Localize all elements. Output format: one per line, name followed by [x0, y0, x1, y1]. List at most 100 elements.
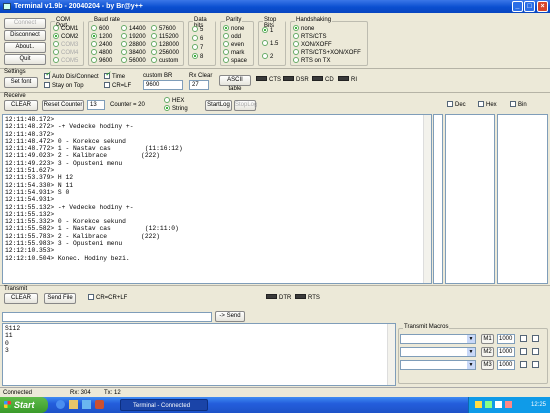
stop-bits-1-5-radio[interactable]: 1.5 — [262, 40, 278, 48]
data-bits-8-radio[interactable]: 8 — [192, 53, 203, 61]
custom-br-input[interactable]: 9600 — [143, 80, 183, 90]
baud-4800-radio[interactable]: 4800 — [91, 49, 112, 57]
rts-indicator[interactable]: RTS — [295, 294, 320, 302]
macro-1-combo[interactable]: ▼ — [400, 334, 476, 344]
about-button[interactable]: About.. — [4, 42, 46, 53]
dtr-indicator[interactable]: DTR — [266, 294, 291, 302]
parity-space-radio[interactable]: space — [223, 57, 247, 65]
disconnect-button[interactable]: Disconnect — [4, 30, 46, 41]
quick-launch-desktop-icon[interactable] — [82, 400, 91, 409]
stop-bits-1-radio[interactable]: 1 — [262, 27, 273, 35]
time-checkbox[interactable]: Time — [104, 71, 125, 81]
stay-on-top-checkbox[interactable]: Stay on Top — [44, 82, 84, 90]
handshake-rts-cts-xon-radio[interactable]: RTS/CTS+XON/XOFF — [293, 49, 361, 57]
baud-1200-radio[interactable]: 1200 — [91, 33, 112, 41]
cr-crlf-checkbox[interactable]: CR=CR+LF — [88, 294, 127, 302]
macro-3-spin-icon[interactable] — [520, 361, 527, 368]
baud-9600-radio[interactable]: 9600 — [91, 57, 112, 65]
receive-scrollbar[interactable] — [423, 115, 431, 283]
baud-56000-radio[interactable]: 56000 — [121, 57, 146, 65]
data-bits-6-radio[interactable]: 6 — [192, 35, 203, 43]
send-file-button[interactable]: Send File — [44, 293, 76, 304]
dec-checkbox[interactable]: Dec — [447, 101, 466, 109]
macro-2-spin-icon[interactable] — [520, 348, 527, 355]
auto-dis-connect-checkbox[interactable]: Auto Dis/Connect — [44, 71, 99, 81]
title-bar[interactable]: Terminal v1.9b - 20040204 - by Br@y++ _ … — [0, 0, 550, 13]
macro-3-interval[interactable]: 1000 — [497, 360, 515, 370]
baud-14400-radio[interactable]: 14400 — [121, 25, 146, 33]
macro-3-repeat-checkbox[interactable] — [532, 361, 539, 368]
hex-checkbox[interactable]: Hex — [478, 101, 497, 109]
receive-log[interactable]: 12:11:48.172> 12:11:48.272> -+ Vedecke ho… — [2, 114, 432, 284]
baud-600-radio[interactable]: 600 — [91, 25, 109, 33]
quick-launch-folder-icon[interactable] — [69, 400, 78, 409]
baud-28800-radio[interactable]: 28800 — [121, 41, 146, 49]
close-icon[interactable]: × — [537, 1, 548, 12]
maximize-icon[interactable]: □ — [524, 1, 535, 12]
macro-2-combo[interactable]: ▼ — [400, 347, 476, 357]
start-button[interactable]: Start — [0, 397, 48, 413]
baud-115200-radio[interactable]: 115200 — [151, 33, 179, 41]
handshake-none-radio[interactable]: none — [293, 25, 314, 33]
clock[interactable]: 12:25 — [531, 402, 546, 408]
tray-icon[interactable] — [505, 401, 512, 408]
parity-even-radio[interactable]: even — [223, 41, 244, 49]
transmit-clear-button[interactable]: CLEAR — [4, 293, 38, 304]
handshake-xon-xoff-radio[interactable]: XON/XOFF — [293, 41, 332, 49]
baud-256000-radio[interactable]: 256000 — [151, 49, 179, 57]
quit-button[interactable]: Quit — [4, 54, 46, 65]
cr-lf-checkbox[interactable]: CR=LF — [104, 82, 131, 90]
macro-2-repeat-checkbox[interactable] — [532, 348, 539, 355]
data-bits-7-radio[interactable]: 7 — [192, 44, 203, 52]
quick-launch-media-icon[interactable] — [95, 400, 104, 409]
receive-clear-button[interactable]: CLEAR — [4, 100, 38, 111]
macro-1-repeat-checkbox[interactable] — [532, 335, 539, 342]
handshake-rts-on-tx-radio[interactable]: RTS on TX — [293, 57, 330, 65]
parity-mark-radio[interactable]: mark — [223, 49, 244, 57]
string-radio[interactable]: String — [164, 105, 188, 113]
parity-none-radio[interactable]: none — [223, 25, 244, 33]
taskbar-terminal-button[interactable]: Terminal - Connected — [120, 399, 208, 411]
macro-2-interval[interactable]: 1000 — [497, 347, 515, 357]
com4-radio[interactable]: COM4 — [53, 49, 78, 57]
tray-icon[interactable] — [485, 401, 492, 408]
quick-launch-ie-icon[interactable] — [56, 400, 65, 409]
macro-1-button[interactable]: M1 — [481, 334, 494, 344]
stop-log-button[interactable]: StopLog — [234, 100, 257, 111]
ascii-table-button[interactable]: ASCII table — [219, 75, 251, 92]
connect-button[interactable]: Connect — [4, 18, 46, 29]
send-button[interactable]: -> Send — [215, 311, 245, 322]
data-bits-5-radio[interactable]: 5 — [192, 26, 203, 34]
parity-odd-radio[interactable]: odd — [223, 33, 241, 41]
macro-1-spin-icon[interactable] — [520, 335, 527, 342]
start-log-button[interactable]: StartLog — [205, 100, 232, 111]
rx-clear-spinner[interactable]: 27 — [189, 80, 209, 90]
transmit-text-area[interactable]: S112 11 0 3 — [2, 323, 396, 386]
macro-1-interval[interactable]: 1000 — [497, 334, 515, 344]
counter-spinner[interactable]: 13 — [87, 100, 105, 110]
speaker-icon[interactable] — [495, 401, 502, 408]
com5-radio[interactable]: COM5 — [53, 57, 78, 65]
baud-2400-radio[interactable]: 2400 — [91, 41, 112, 49]
hex-radio[interactable]: HEX — [164, 97, 184, 105]
com1-radio[interactable]: COM1 — [53, 25, 78, 33]
reset-counter-button[interactable]: Reset Counter — [42, 100, 84, 111]
bin-checkbox[interactable]: Bin — [510, 101, 527, 109]
macro-3-button[interactable]: M3 — [481, 360, 494, 370]
com3-radio[interactable]: COM3 — [53, 41, 78, 49]
baud-custom-radio[interactable]: custom — [151, 57, 178, 65]
minimize-icon[interactable]: _ — [512, 1, 523, 12]
transmit-input[interactable] — [2, 312, 212, 322]
baud-19200-radio[interactable]: 19200 — [121, 33, 146, 41]
com2-radio[interactable]: COM2 — [53, 33, 78, 41]
baud-57600-radio[interactable]: 57600 — [151, 25, 176, 33]
baud-38400-radio[interactable]: 38400 — [121, 49, 146, 57]
transmit-scrollbar[interactable] — [387, 324, 395, 385]
macro-3-combo[interactable]: ▼ — [400, 360, 476, 370]
set-font-button[interactable]: Set font — [4, 77, 38, 88]
macro-2-button[interactable]: M2 — [481, 347, 494, 357]
baud-128000-radio[interactable]: 128000 — [151, 41, 179, 49]
tray-icon[interactable] — [475, 401, 482, 408]
handshake-rts-cts-radio[interactable]: RTS/CTS — [293, 33, 327, 41]
stop-bits-2-radio[interactable]: 2 — [262, 53, 273, 61]
